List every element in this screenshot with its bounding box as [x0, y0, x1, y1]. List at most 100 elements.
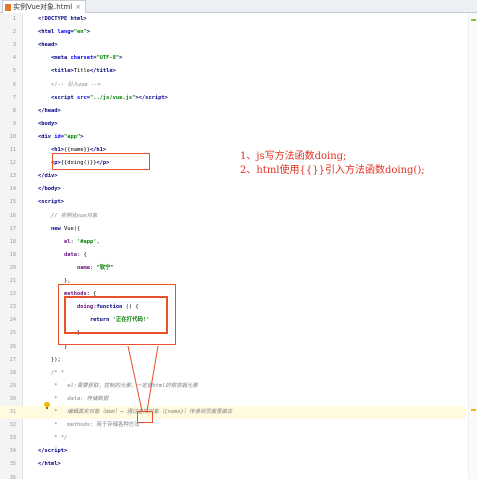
code-line[interactable]: 31 * 编辑真实对象（dom）→ 通过虚拟对象（{name}）传递到页面里面去	[0, 406, 466, 419]
code-text: </head>	[38, 107, 61, 114]
close-icon[interactable]: ×	[75, 3, 81, 11]
line-number: 13	[9, 173, 16, 180]
line-number: 18	[9, 238, 16, 245]
annotation-box-doing-function	[64, 296, 168, 334]
code-text: * el:需要获取，控制的元素，一定是html的根容器元素	[50, 382, 198, 389]
vertical-scrollbar[interactable]	[468, 13, 477, 479]
line-number: 4	[12, 55, 16, 62]
line-number: 36	[9, 474, 16, 481]
code-line[interactable]: 32 * methods: 用于存储各种方法	[0, 419, 466, 432]
line-number: 19	[9, 251, 16, 258]
code-line[interactable]: 3 <head>	[0, 39, 466, 52]
code-line[interactable]: 27 });	[0, 354, 466, 367]
code-line[interactable]: 35 </html>	[0, 458, 466, 471]
line-number: 2	[12, 29, 16, 36]
annotation-box-methods-comment	[137, 411, 153, 423]
code-line[interactable]: 19 data: {	[0, 249, 466, 262]
code-text: </html>	[38, 461, 61, 468]
line-number: 11	[9, 147, 16, 153]
code-text: name: "软宁"	[76, 264, 114, 271]
line-number: 12	[9, 160, 16, 167]
code-text: <script src="../js/vue.js"></script>	[50, 94, 168, 101]
line-number: 26	[9, 343, 16, 350]
code-text: * methods: 用于存储各种方法	[50, 422, 140, 429]
code-line[interactable]: 29 * el:需要获取，控制的元素，一定是html的根容器元素	[0, 380, 466, 393]
code-line[interactable]: 8 </head>	[0, 105, 466, 118]
line-number: 24	[9, 317, 16, 324]
line-number: 20	[9, 264, 16, 271]
code-line[interactable]: 33 * */	[0, 432, 466, 445]
code-line[interactable]: 17 new Vue({	[0, 223, 466, 236]
code-text: new Vue({	[50, 225, 81, 232]
line-number: 14	[9, 186, 16, 193]
code-line[interactable]: 2 <html lang="en">	[0, 26, 466, 39]
code-line[interactable]: 30 * data: 存储数据	[0, 393, 466, 406]
tab-file[interactable]: 实例Vue对象.html ×	[2, 0, 87, 13]
code-line[interactable]: 5 <title>Title</title>	[0, 65, 466, 78]
code-text: el: '#app',	[63, 238, 100, 245]
editor-tab-bar: 实例Vue对象.html ×	[0, 0, 477, 13]
scroll-marker-warning	[471, 409, 476, 411]
line-number: 28	[9, 369, 16, 376]
line-number: 33	[9, 435, 16, 442]
line-number: 16	[9, 212, 16, 219]
code-text: <div id="app">	[38, 133, 84, 140]
code-text: <title>Title</title>	[50, 68, 116, 75]
code-text: </body>	[38, 186, 61, 193]
line-number: 32	[9, 422, 16, 429]
line-number: 27	[9, 356, 16, 363]
code-text: * */	[50, 435, 68, 442]
annotation-note-1: 1、js写方法函数doing;	[240, 151, 347, 162]
line-number: 1	[12, 16, 16, 22]
code-line[interactable]: 16 // 实例化vue对象	[0, 210, 466, 223]
code-line[interactable]: 36	[0, 472, 466, 485]
line-number: 29	[9, 382, 16, 389]
code-editor[interactable]: 1 <!DOCTYPE html> 2 <html lang="en"> 3 <head>…	[0, 13, 477, 481]
code-line[interactable]: 4 <meta charset="UTF-8">	[0, 52, 466, 65]
line-number: 10	[9, 133, 16, 140]
code-line[interactable]: 18 el: '#app',	[0, 236, 466, 249]
annotation-note-2: 2、html使用{{}}引入方法函数doing();	[240, 165, 425, 176]
lightbulb-icon[interactable]	[44, 402, 50, 409]
code-text: <!DOCTYPE html>	[38, 16, 87, 22]
code-text: /* *	[50, 369, 68, 376]
code-text: <!-- 引入vue -->	[50, 81, 101, 88]
code-text: <html lang="en">	[38, 29, 90, 36]
code-text: <script>	[38, 199, 64, 206]
code-text: });	[50, 356, 61, 363]
code-line[interactable]: 15 <script>	[0, 196, 466, 209]
code-line[interactable]: 7 <script src="../js/vue.js"></script>	[0, 92, 466, 105]
code-line[interactable]: 6 <!-- 引入vue -->	[0, 79, 466, 92]
code-text: <body>	[38, 120, 58, 127]
code-line[interactable]: 9 <body>	[0, 118, 466, 131]
code-text: <head>	[38, 42, 58, 49]
line-number: 17	[9, 225, 16, 232]
annotation-box-p-doing	[52, 153, 150, 170]
code-line[interactable]: 14 </body>	[0, 183, 466, 196]
line-number: 3	[12, 42, 16, 49]
line-number: 30	[9, 395, 16, 402]
code-line[interactable]: 20 name: "软宁"	[0, 262, 466, 275]
code-line[interactable]: 1 <!DOCTYPE html>	[0, 13, 466, 26]
code-line[interactable]: 28 /* *	[0, 367, 466, 380]
line-number: 5	[12, 68, 16, 75]
code-text: </script>	[38, 448, 68, 455]
scroll-marker-ok	[471, 19, 476, 21]
line-number: 8	[12, 107, 16, 114]
line-number: 23	[9, 304, 16, 311]
html-file-icon	[5, 3, 11, 11]
line-number: 9	[12, 120, 16, 127]
line-number: 34	[9, 448, 16, 455]
line-number: 35	[9, 461, 16, 468]
code-text: data: {	[63, 251, 87, 258]
line-number: 21	[9, 278, 16, 284]
code-text: // 实例化vue对象	[50, 212, 98, 219]
tab-title: 实例Vue对象.html	[13, 3, 73, 11]
line-number: 7	[12, 94, 16, 101]
code-text: <meta charset="UTF-8">	[50, 55, 123, 62]
code-text: * 编辑真实对象（dom）→ 通过虚拟对象（{name}）传递到页面里面去	[50, 409, 233, 415]
line-number: 31	[9, 409, 16, 415]
code-line[interactable]: 10 <div id="app">	[0, 131, 466, 144]
code-line[interactable]: 34 </script>	[0, 445, 466, 458]
line-number: 25	[9, 330, 16, 337]
